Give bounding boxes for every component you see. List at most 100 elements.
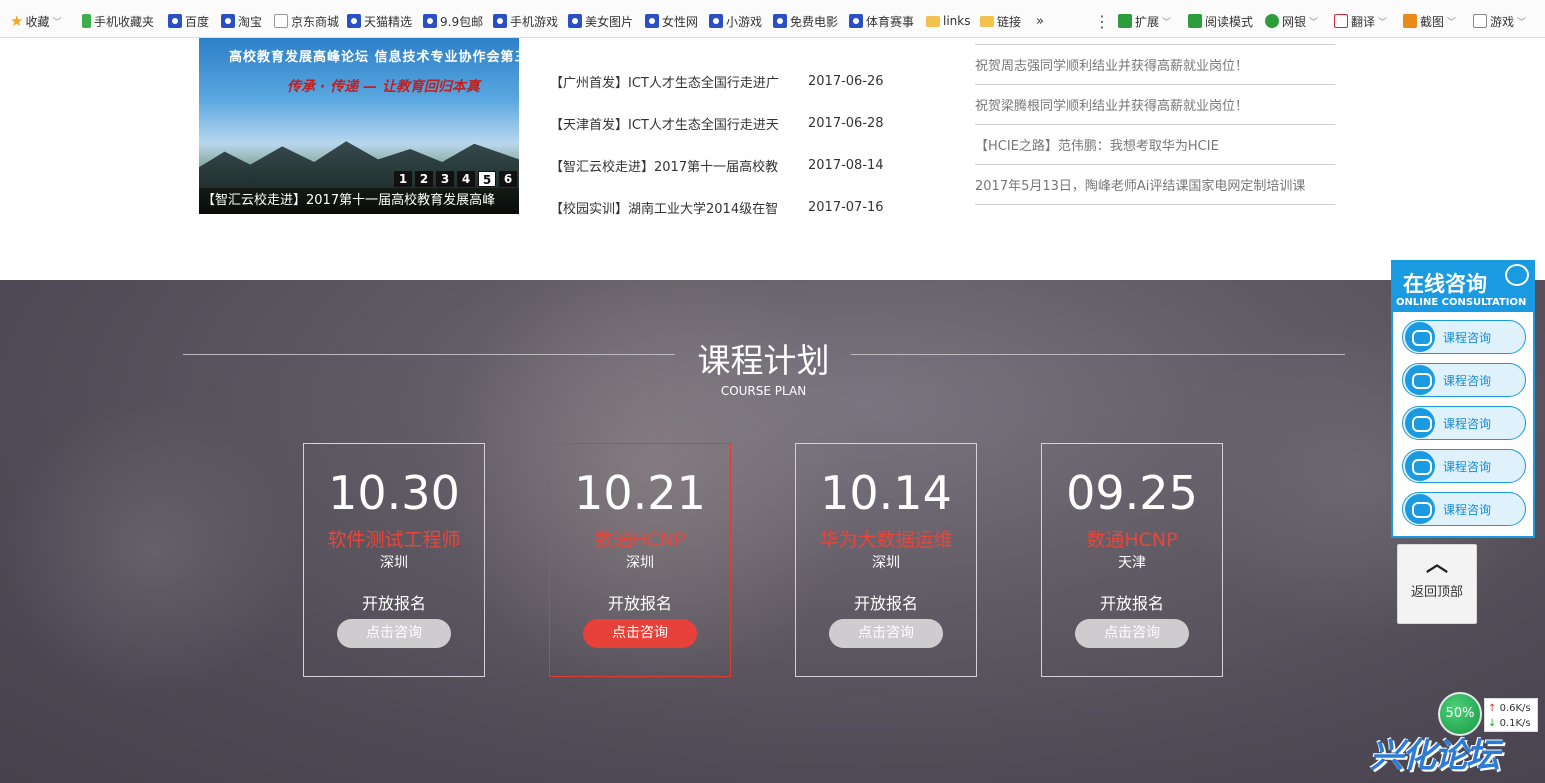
consult-button[interactable]: 点击咨询 [583,619,697,648]
course-status: 开放报名 [361,594,426,613]
course-consult-button[interactable]: 课程咨询 [1402,449,1526,483]
banner-caption[interactable]: 【智汇云校走进】2017第十一届高校教育发展高峰 [199,188,519,214]
news-item[interactable]: 【天津首发】ICT人才生态全国行走进天 2017-06-28 [550,102,900,144]
bookmark-tmall[interactable]: 天猫精选 [347,12,412,30]
course-status: 开放报名 [1099,594,1164,613]
yuan-icon [1265,14,1279,28]
chevron-up-icon: ︿ [1425,552,1448,577]
news-title[interactable]: 【校园实训】湖南工业大学2014级在智 [550,198,808,217]
news-title[interactable]: 【广州首发】ICT人才生态全国行走进广 [550,72,808,91]
news-title[interactable]: 【天津首发】ICT人才生态全国行走进天 [550,114,808,133]
course-consult-button[interactable]: 课程咨询 [1402,363,1526,397]
bookmark-baidu[interactable]: 百度 [168,12,209,30]
paw-icon [645,14,659,28]
translate-button[interactable]: 翻译 ﹀ [1334,12,1387,30]
bookmark-taobao[interactable]: 淘宝 [221,12,262,30]
news-date: 2017-06-26 [808,73,884,89]
paw-icon [568,14,582,28]
news-item[interactable]: 【广州首发】ICT人才生态全国行走进广 2017-06-26 [550,60,900,102]
notice-list: 祝贺周志强同学顺利结业并获得高薪就业岗位！ 祝贺梁腾根同学顺利结业并获得高薪就业… [975,44,1335,205]
course-consult-button[interactable]: 课程咨询 [1402,406,1526,440]
notice-item[interactable]: 【HCIE之路】范伟鹏：我想考取华为HCIE [975,125,1335,165]
page-icon [274,14,288,28]
course-card[interactable]: 09.25 数通HCNP 天津 开放报名 点击咨询 [1041,443,1223,677]
forum-logo: 兴化论坛 [1370,736,1500,776]
consult-button[interactable]: 点击咨询 [1075,619,1189,648]
section-title: 课程计划 [697,341,830,380]
upload-speed: 0.6K/s [1499,703,1531,714]
chevron-down-icon: ﹀ [1447,17,1457,28]
back-to-top-button[interactable]: ︿ 返回顶部 [1397,544,1477,624]
banner-pager: 1 2 3 4 5 6 [394,171,517,187]
bookmark-free-movies[interactable]: 免费电影 [773,12,838,30]
more-bookmarks-button[interactable]: » [1036,12,1044,30]
paw-icon [423,14,437,28]
folder-icon [980,15,994,27]
chevron-down-icon: ﹀ [52,17,62,28]
download-speed: 0.1K/s [1499,718,1531,729]
course-city: 天津 [1118,555,1146,571]
paw-icon [773,14,787,28]
course-consult-label: 课程咨询 [1443,373,1492,388]
chevron-down-icon: ﹀ [1517,17,1527,28]
bookmark-99-free-shipping[interactable]: 9.9包邮 [423,12,483,30]
bookmark-folder-links-cn[interactable]: 链接 [980,12,1021,30]
course-consult-button[interactable]: 课程咨询 [1402,320,1526,354]
consult-button[interactable]: 点击咨询 [829,619,943,648]
games-button[interactable]: 游戏 ﹀ [1473,12,1526,30]
banner-headline: 高校教育发展高峰论坛 信息技术专业协作会第三次产教融合论坛 [229,50,519,65]
banner-page-2[interactable]: 2 [415,171,433,187]
translate-icon [1334,14,1348,28]
banner-page-5[interactable]: 5 [478,171,496,187]
bookmark-sports[interactable]: 体育赛事 [849,12,914,30]
news-date: 2017-07-16 [808,199,884,215]
notice-item[interactable]: 祝贺周志强同学顺利结业并获得高薪就业岗位！ [975,45,1335,85]
course-card[interactable]: 10.30 软件测试工程师 深圳 开放报名 点击咨询 [303,443,485,677]
news-banner-slideshow[interactable]: 高校教育发展高峰论坛 信息技术专业协作会第三次产教融合论坛 传承 · 传递 — … [199,38,519,214]
course-name: 华为大数据运维 [819,529,953,551]
paw-icon [709,14,723,28]
chevron-down-icon: ﹀ [1378,17,1388,28]
course-consult-label: 课程咨询 [1443,459,1492,474]
course-consult-label: 课程咨询 [1443,330,1492,345]
extensions-button[interactable]: 扩展 ﹀ [1118,12,1171,30]
bookmark-pictures[interactable]: 美女图片 [568,12,633,30]
bookmark-favorites[interactable]: ★ 收藏 ﹀ [10,12,61,30]
bookmark-mini-games[interactable]: 小游戏 [709,12,762,30]
course-card[interactable]: 10.21 数通HCNP 深圳 开放报名 点击咨询 [549,443,731,677]
course-status: 开放报名 [853,594,918,613]
news-item[interactable]: 【智汇云校走进】2017第十一届高校教 2017-08-14 [550,144,900,186]
online-bank-button[interactable]: 网银 ﹀ [1265,12,1318,30]
paw-icon [347,14,361,28]
bookmark-folder-links[interactable]: links [926,12,970,30]
bookmark-women-site[interactable]: 女性网 [645,12,698,30]
banner-page-4[interactable]: 4 [457,171,475,187]
bookmark-mobile-favorites[interactable]: 手机收藏夹 [82,12,154,30]
read-mode-button[interactable]: 阅读模式 [1188,12,1253,30]
course-date: 10.30 [328,466,460,520]
paw-icon [168,14,182,28]
course-city: 深圳 [380,555,408,571]
banner-page-3[interactable]: 3 [436,171,454,187]
course-date: 09.25 [1066,466,1198,520]
course-city: 深圳 [872,555,900,571]
banner-page-6[interactable]: 6 [499,171,517,187]
course-card[interactable]: 10.14 华为大数据运维 深圳 开放报名 点击咨询 [795,443,977,677]
consult-button[interactable]: 点击咨询 [337,619,451,648]
screenshot-button[interactable]: 截图 ﹀ [1403,12,1456,30]
course-consult-button[interactable]: 课程咨询 [1402,492,1526,526]
news-title[interactable]: 【智汇云校走进】2017第十一届高校教 [550,156,808,175]
notice-item[interactable]: 2017年5月13日，陶峰老师Ai评结课国家电网定制培训课 [975,165,1335,205]
chat-bubble-icon [1505,264,1529,286]
menu-dots-icon[interactable]: ⋮ [1094,12,1110,31]
notice-item[interactable]: 祝贺梁腾根同学顺利结业并获得高薪就业岗位！ [975,85,1335,125]
course-name: 数通HCNP [1086,529,1178,551]
bookmark-jd[interactable]: 京东商城 [274,12,339,30]
consult-subtitle: ONLINE CONSULTATION [1396,297,1527,308]
banner-page-1[interactable]: 1 [394,171,412,187]
bookmark-bar: ★ 收藏 ﹀ 手机收藏夹 百度 淘宝 京东商城 天猫精选 9.9包邮 手机游戏 … [0,0,1545,38]
back-to-top-label: 返回顶部 [1410,585,1463,600]
bookmark-mobile-games[interactable]: 手机游戏 [493,12,558,30]
news-item[interactable]: 【校园实训】湖南工业大学2014级在智 2017-07-16 [550,186,900,228]
chat-icon [1405,494,1435,524]
